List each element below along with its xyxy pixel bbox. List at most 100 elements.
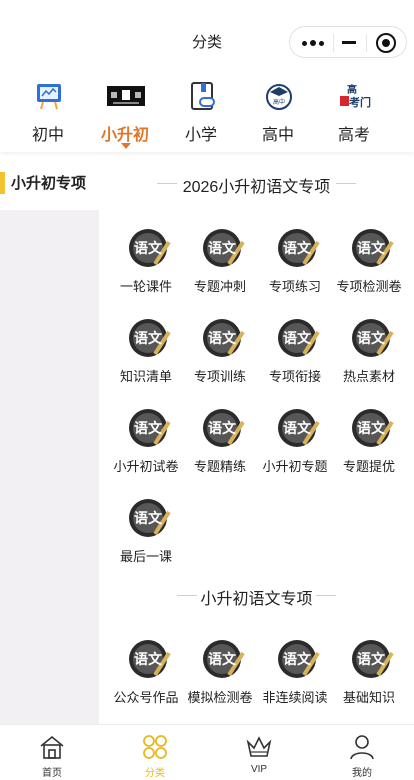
resource-item[interactable]: 语文 专项检测卷	[329, 226, 409, 296]
badge-text: 语文	[208, 651, 237, 668]
resource-label: 基础知识	[342, 690, 395, 705]
sidebar-item-label: 小升初专项	[11, 175, 87, 192]
more-dots-icon[interactable]	[302, 40, 324, 46]
capsule-divider	[366, 34, 367, 52]
user-icon	[350, 735, 374, 760]
resource-item[interactable]: 语文 专项训练	[180, 316, 260, 386]
resource-item[interactable]: 语文 专题冲刺	[180, 226, 260, 296]
chinese-subject-icon: 语文	[278, 640, 320, 678]
badge-text: 语文	[208, 330, 237, 347]
tab-senior-high[interactable]: 高中 高中	[243, 74, 313, 148]
nav-vip[interactable]: VIP	[207, 725, 311, 780]
book-link-icon	[191, 82, 215, 110]
resource-label: 专项检测卷	[336, 279, 402, 294]
badge-text: 语文	[208, 240, 237, 257]
chinese-subject-icon: 语文	[203, 409, 245, 447]
badge-text: 语文	[134, 330, 163, 347]
nav-label: 首页	[42, 768, 62, 779]
target-close-icon[interactable]	[376, 33, 396, 53]
resource-item[interactable]: 语文 小升初试卷	[106, 406, 186, 476]
category-sidebar: 小升初专项	[0, 156, 99, 724]
title-line-left	[157, 183, 177, 184]
section-title-text: 小升初语文专项	[200, 591, 313, 608]
badge-text: 语文	[283, 330, 312, 347]
resource-label: 专题提优	[342, 459, 395, 474]
section-title: 2026小升初语文专项	[99, 173, 414, 197]
resource-label: 最后一课	[119, 549, 172, 564]
resource-item[interactable]: 语文 最后一课	[106, 496, 186, 566]
resource-item[interactable]: 语文 一轮课件	[106, 226, 186, 296]
nav-mine[interactable]: 我的	[310, 725, 414, 780]
sidebar-item-primary-to-junior-special[interactable]: 小升初专项	[0, 156, 99, 210]
resource-item[interactable]: 语文 模拟检测卷	[180, 637, 260, 707]
badge-text: 语文	[357, 420, 386, 437]
nav-home[interactable]: 首页	[0, 725, 104, 780]
resource-item[interactable]: 语文 专项衔接	[255, 316, 335, 386]
graduate-banner-icon	[107, 86, 145, 106]
title-line-right	[316, 595, 336, 596]
tab-primary[interactable]: 小学	[166, 74, 236, 148]
resource-item[interactable]: 语文 小升初专题	[255, 406, 335, 476]
tab-label: 高中	[261, 127, 294, 144]
title-line-right	[336, 183, 356, 184]
resource-item[interactable]: 语文 热点素材	[329, 316, 409, 386]
tab-label: 小升初	[100, 127, 149, 144]
section-title: 小升初语文专项	[99, 585, 414, 609]
tab-junior-high[interactable]: 初中	[13, 74, 83, 148]
tab-label: 小学	[184, 127, 217, 144]
resource-item[interactable]: 语文 基础知识	[329, 637, 409, 707]
badge-text: 语文	[283, 240, 312, 257]
active-indicator	[0, 172, 5, 194]
mini-program-capsule	[289, 26, 407, 58]
resource-label: 热点素材	[342, 369, 395, 384]
badge-text: 语文	[357, 330, 386, 347]
badge-text: 语文	[134, 651, 163, 668]
resource-item[interactable]: 语文 非连续阅读	[255, 637, 335, 707]
svg-text:考门: 考门	[349, 95, 371, 109]
chinese-subject-icon: 语文	[278, 319, 320, 357]
tab-label: 初中	[31, 127, 64, 144]
resource-item[interactable]: 语文 公众号作品	[106, 637, 186, 707]
badge-text: 语文	[283, 420, 312, 437]
chinese-subject-icon: 语文	[278, 229, 320, 267]
resource-item[interactable]: 语文 专项练习	[255, 226, 335, 296]
badge-text: 语文	[208, 420, 237, 437]
svg-text:高中: 高中	[273, 98, 285, 106]
badge-text: 语文	[357, 651, 386, 668]
chinese-subject-icon: 语文	[203, 229, 245, 267]
nav-label: 分类	[145, 768, 165, 779]
gaokao-icon: 高 考门	[340, 83, 371, 109]
graduation-cap-icon: 高中	[266, 84, 292, 110]
minimize-icon[interactable]	[342, 41, 356, 44]
chinese-subject-icon: 语文	[129, 640, 171, 678]
resource-item[interactable]: 语文 知识清单	[106, 316, 186, 386]
chinese-subject-icon: 语文	[129, 409, 171, 447]
badge-text: 语文	[357, 240, 386, 257]
chinese-subject-icon: 语文	[203, 640, 245, 678]
chinese-subject-icon: 语文	[129, 499, 171, 537]
badge-text: 语文	[134, 420, 163, 437]
capsule-divider	[333, 34, 334, 52]
level-tabs: 初中 小升初 小学 高中 高中 高 考门 高考	[0, 66, 414, 152]
chinese-subject-icon: 语文	[352, 229, 394, 267]
chinese-subject-icon: 语文	[278, 409, 320, 447]
crown-icon	[246, 736, 272, 757]
chinese-subject-icon: 语文	[352, 640, 394, 678]
resource-item[interactable]: 语文 专题精练	[180, 406, 260, 476]
title-bar: 分类	[0, 0, 414, 66]
nav-label: VIP	[250, 764, 268, 775]
chinese-subject-icon: 语文	[352, 409, 394, 447]
chinese-subject-icon: 语文	[352, 319, 394, 357]
nav-label: 我的	[352, 768, 372, 779]
badge-text: 语文	[134, 510, 163, 527]
tab-gaokao[interactable]: 高 考门 高考	[319, 74, 389, 148]
section-title-text: 2026小升初语文专项	[182, 179, 331, 196]
svg-text:高: 高	[347, 83, 357, 96]
home-icon	[40, 735, 64, 759]
resource-item[interactable]: 语文 专题提优	[329, 406, 409, 476]
title-line-left	[177, 595, 197, 596]
tab-primary-to-junior[interactable]: 小升初	[90, 74, 160, 149]
bottom-nav: 首页 分类 VIP 我的	[0, 724, 414, 780]
nav-category[interactable]: 分类	[103, 725, 207, 780]
chinese-subject-icon: 语文	[129, 319, 171, 357]
